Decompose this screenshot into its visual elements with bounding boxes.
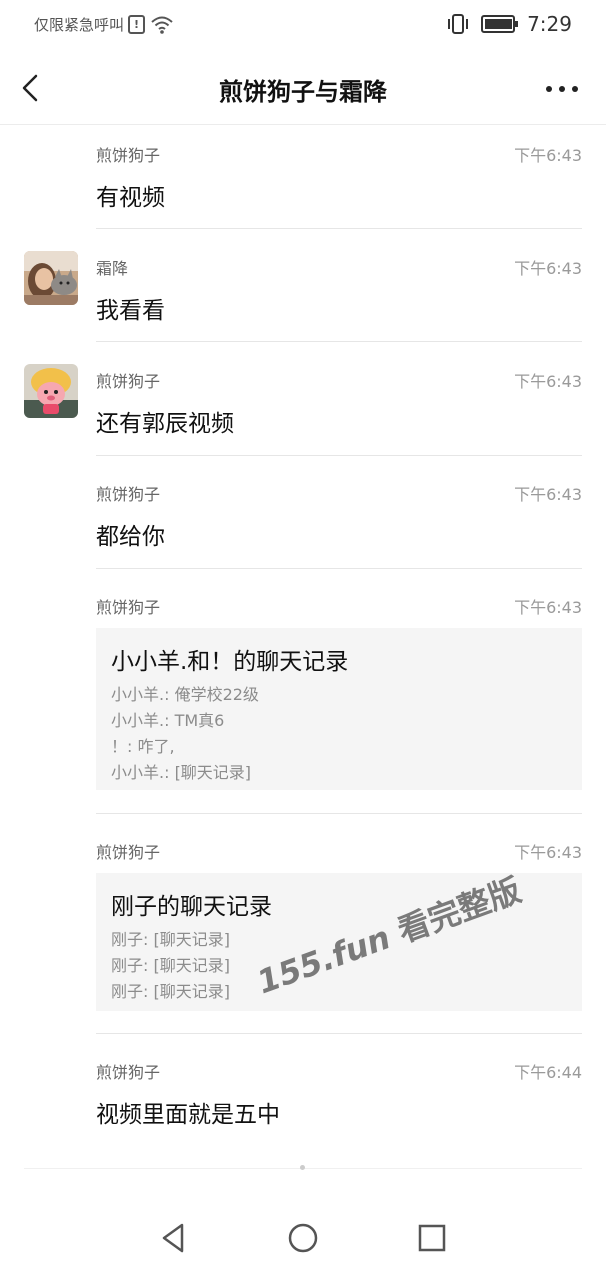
wifi-icon bbox=[151, 16, 173, 34]
sender-name: 煎饼狗子 bbox=[96, 598, 161, 617]
list-item[interactable]: 煎饼狗子 下午6:44 视频里面就是五中 bbox=[96, 1059, 582, 1128]
chat-record-line: ！: 咋了, bbox=[111, 737, 175, 756]
message-time: 下午6:43 bbox=[514, 372, 582, 391]
sim-alert-icon: ! bbox=[128, 15, 146, 34]
chat-record-line: 刚子: [聊天记录] bbox=[111, 930, 230, 949]
divider bbox=[96, 568, 582, 569]
chat-record-title: 小小羊.和！的聊天记录 bbox=[111, 649, 349, 675]
list-item[interactable]: 霜降 下午6:43 我看看 bbox=[96, 255, 582, 324]
sender-name: 煎饼狗子 bbox=[96, 146, 161, 165]
chat-record-line: 小小羊.: 俺学校22级 bbox=[111, 685, 259, 704]
chat-record-line: 刚子: [聊天记录] bbox=[111, 956, 230, 975]
status-time: 7:29 bbox=[527, 12, 572, 36]
list-item[interactable]: 煎饼狗子 下午6:43 还有郭辰视频 bbox=[96, 368, 582, 437]
vibrate-icon bbox=[448, 14, 469, 34]
divider bbox=[96, 813, 582, 814]
avatar-plush-image bbox=[24, 364, 78, 418]
sender-name: 煎饼狗子 bbox=[96, 372, 161, 391]
carrier-text: 仅限紧急呼叫 bbox=[34, 16, 125, 34]
sender-name: 霜降 bbox=[96, 259, 129, 278]
square-recents-icon[interactable] bbox=[414, 1220, 450, 1256]
message-time: 下午6:43 bbox=[514, 146, 582, 165]
divider bbox=[96, 341, 582, 342]
avatar[interactable] bbox=[24, 364, 78, 418]
message-time: 下午6:43 bbox=[514, 843, 582, 862]
triangle-back-icon[interactable] bbox=[156, 1220, 192, 1256]
message-text: 有视频 bbox=[96, 185, 165, 211]
message-time: 下午6:43 bbox=[514, 485, 582, 504]
message-time: 下午6:44 bbox=[514, 1063, 582, 1082]
message-text: 视频里面就是五中 bbox=[96, 1102, 280, 1128]
divider bbox=[96, 455, 582, 456]
sender-name: 煎饼狗子 bbox=[96, 485, 161, 504]
battery-icon bbox=[481, 15, 519, 33]
more-horizontal-icon[interactable] bbox=[546, 76, 578, 100]
message-text: 我看看 bbox=[96, 298, 165, 324]
top-nav-bar: 煎饼狗子与霜降 bbox=[0, 52, 606, 125]
status-left: 仅限紧急呼叫 ! bbox=[34, 14, 173, 35]
system-nav-bar bbox=[0, 1200, 606, 1280]
sender-name: 煎饼狗子 bbox=[96, 843, 161, 862]
message-text: 都给你 bbox=[96, 524, 165, 550]
status-bar: 仅限紧急呼叫 ! 7:29 bbox=[0, 0, 606, 52]
avatar-photo-image bbox=[24, 251, 78, 305]
message-text: 还有郭辰视频 bbox=[96, 411, 234, 437]
page-title: 煎饼狗子与霜降 bbox=[219, 78, 387, 106]
list-item: 煎饼狗子 下午6:43 小小羊.和！的聊天记录 小小羊.: 俺学校22级 小小羊… bbox=[96, 594, 582, 794]
message-time: 下午6:43 bbox=[514, 598, 582, 617]
divider bbox=[96, 228, 582, 229]
chat-record-line: 刚子: [聊天记录] bbox=[111, 982, 230, 1001]
chat-record-line: 小小羊.: TM真6 bbox=[111, 711, 225, 730]
chat-record-line: 小小羊.: [聊天记录] bbox=[111, 763, 252, 782]
circle-home-icon[interactable] bbox=[285, 1220, 321, 1256]
message-time: 下午6:43 bbox=[514, 259, 582, 278]
list-item[interactable]: 煎饼狗子 下午6:43 有视频 bbox=[96, 142, 582, 211]
sender-name: 煎饼狗子 bbox=[96, 1063, 161, 1082]
list-item[interactable]: 煎饼狗子 下午6:43 都给你 bbox=[96, 481, 582, 550]
scroll-indicator bbox=[300, 1165, 305, 1170]
divider bbox=[96, 1033, 582, 1034]
avatar[interactable] bbox=[24, 251, 78, 305]
chat-record-title: 刚子的聊天记录 bbox=[111, 894, 272, 920]
chat-record-card[interactable]: 小小羊.和！的聊天记录 小小羊.: 俺学校22级 小小羊.: TM真6 ！: 咋… bbox=[96, 628, 582, 790]
status-right: 7:29 bbox=[447, 12, 572, 36]
